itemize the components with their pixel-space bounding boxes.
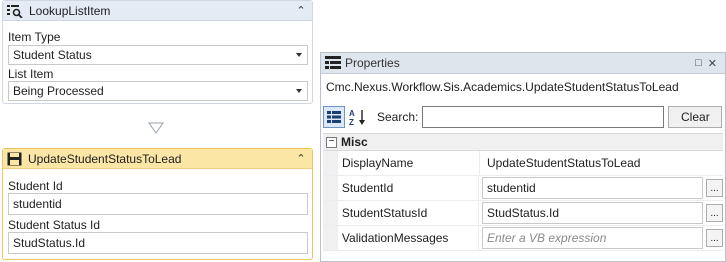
expression-placeholder: Enter a VB expression bbox=[487, 231, 607, 245]
update-student-status-activity[interactable]: UpdateStudentStatusToLead ⌃ Student Id s… bbox=[2, 148, 313, 260]
clear-button[interactable]: Clear bbox=[668, 106, 723, 128]
activity-title: UpdateStudentStatusToLead bbox=[28, 151, 182, 166]
property-value: studentid bbox=[487, 181, 536, 195]
item-type-value: Student Status bbox=[13, 48, 92, 62]
property-value-input[interactable]: StudStatus.Id bbox=[482, 202, 703, 224]
activity-header[interactable]: LookupListItem ⌃ bbox=[3, 1, 312, 21]
item-type-label: Item Type bbox=[8, 30, 61, 44]
selected-type-name: Cmc.Nexus.Workflow.Sis.Academics.UpdateS… bbox=[326, 80, 679, 94]
property-name: ValidationMessages bbox=[338, 226, 479, 250]
maximize-icon[interactable]: □ bbox=[695, 57, 702, 70]
property-grid: − Misc DisplayName UpdateStudentStatusTo… bbox=[323, 133, 723, 251]
property-value: StudStatus.Id bbox=[487, 206, 560, 220]
expression-editor-button[interactable]: ... bbox=[706, 204, 723, 222]
close-icon[interactable]: ✕ bbox=[708, 57, 717, 70]
search-input[interactable] bbox=[422, 106, 665, 128]
properties-panel: Properties □ ✕ Cmc.Nexus.Workflow.Sis.Ac… bbox=[320, 52, 726, 262]
category-name: Misc bbox=[341, 135, 368, 149]
svg-text:Z: Z bbox=[349, 118, 354, 126]
property-name: StudentId bbox=[338, 176, 479, 200]
activity-title: LookupListItem bbox=[29, 3, 111, 18]
save-activity-icon bbox=[7, 152, 22, 165]
collapse-icon[interactable]: ⌃ bbox=[294, 152, 308, 166]
student-id-value: studentid bbox=[13, 197, 62, 211]
collapse-icon[interactable]: ⌃ bbox=[294, 4, 308, 18]
property-value[interactable]: UpdateStudentStatusToLead bbox=[483, 156, 640, 170]
property-row[interactable]: StudentStatusId StudStatus.Id ... bbox=[323, 201, 723, 226]
expression-editor-button[interactable]: ... bbox=[706, 179, 723, 197]
expression-editor-button[interactable]: ... bbox=[706, 229, 723, 247]
list-item-label: List Item bbox=[8, 67, 54, 81]
property-value-input[interactable]: Enter a VB expression bbox=[482, 227, 703, 249]
sort-alphabetical-button[interactable]: A Z bbox=[347, 106, 369, 128]
student-status-id-label: Student Status Id bbox=[8, 218, 101, 232]
svg-text:A: A bbox=[349, 109, 355, 118]
properties-icon bbox=[325, 56, 341, 69]
item-type-dropdown[interactable]: Student Status bbox=[8, 45, 308, 65]
properties-toolbar: A Z Search: Clear bbox=[323, 105, 723, 129]
properties-title: Properties bbox=[345, 56, 400, 70]
student-id-label: Student Id bbox=[8, 179, 63, 193]
lookup-activity-icon bbox=[7, 4, 23, 18]
student-id-input[interactable]: studentid bbox=[8, 193, 308, 215]
list-item-value: Being Processed bbox=[13, 84, 104, 98]
list-item-dropdown[interactable]: Being Processed bbox=[8, 81, 308, 101]
properties-titlebar: Properties □ ✕ bbox=[321, 53, 725, 74]
student-status-id-value: StudStatus.Id bbox=[13, 236, 86, 250]
property-value-input[interactable]: studentid bbox=[482, 177, 703, 199]
categorize-icon bbox=[327, 111, 341, 123]
property-row[interactable]: DisplayName UpdateStudentStatusToLead bbox=[323, 151, 723, 176]
categorize-button[interactable] bbox=[323, 106, 345, 128]
property-name: DisplayName bbox=[338, 151, 480, 175]
property-row[interactable]: ValidationMessages Enter a VB expression… bbox=[323, 226, 723, 251]
sort-az-icon: A Z bbox=[349, 109, 365, 126]
property-name: StudentStatusId bbox=[338, 201, 479, 225]
flow-arrow-icon bbox=[148, 122, 164, 134]
dropdown-arrow-icon[interactable] bbox=[291, 89, 307, 93]
property-row[interactable]: StudentId studentid ... bbox=[323, 176, 723, 201]
collapse-category-icon[interactable]: − bbox=[326, 136, 337, 148]
dropdown-arrow-icon[interactable] bbox=[291, 53, 307, 57]
lookup-list-item-activity[interactable]: LookupListItem ⌃ Item Type Student Statu… bbox=[2, 0, 313, 104]
activity-header[interactable]: UpdateStudentStatusToLead ⌃ bbox=[3, 149, 312, 169]
search-label: Search: bbox=[377, 110, 419, 124]
student-status-id-input[interactable]: StudStatus.Id bbox=[8, 232, 308, 254]
category-row[interactable]: − Misc bbox=[323, 133, 723, 151]
